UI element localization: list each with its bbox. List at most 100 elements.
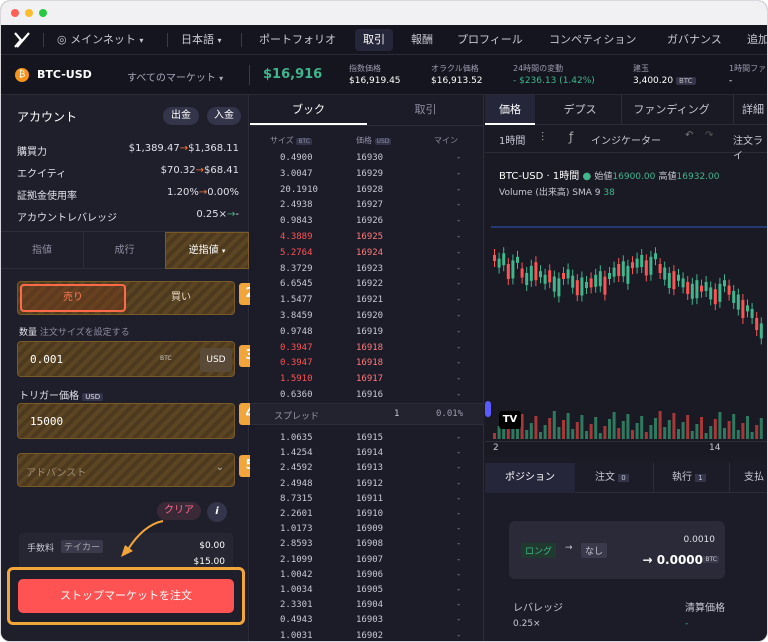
tab-trades[interactable]: 取引 bbox=[367, 95, 484, 125]
info-icon[interactable]: i bbox=[207, 502, 227, 522]
maximize-dot[interactable] bbox=[39, 9, 47, 17]
tab-executions-label: 執行 bbox=[672, 472, 692, 483]
account-title: アカウント bbox=[17, 110, 78, 124]
undo-icon[interactable]: ↶ bbox=[685, 130, 693, 141]
volume-bar bbox=[667, 420, 671, 439]
liquidation-label: 清算価格 bbox=[685, 603, 725, 614]
candle-body bbox=[759, 323, 763, 339]
nav-more[interactable]: 追加 bbox=[747, 25, 767, 55]
ask-row[interactable]: 2.4938 16927 - bbox=[250, 198, 484, 214]
sell-button[interactable]: 売り bbox=[20, 284, 126, 312]
bid-row[interactable]: 2.8593 16908 - bbox=[250, 537, 484, 553]
amount-input[interactable]: 0.001 BTC USD bbox=[17, 341, 235, 377]
nav-competition[interactable]: コンペティション bbox=[549, 25, 636, 55]
all-markets-select[interactable]: すべてのマーケット ▾ bbox=[127, 69, 223, 84]
bid-row[interactable]: 2.4592 16913 - bbox=[250, 461, 484, 477]
ask-row[interactable]: 0.9843 16926 - bbox=[250, 214, 484, 230]
nav-rewards[interactable]: 報酬 bbox=[411, 25, 433, 55]
ask-row[interactable]: 0.6360 16916 - bbox=[250, 388, 484, 404]
tab-orders[interactable]: 注文 0 bbox=[579, 463, 649, 493]
bid-row[interactable]: 1.0635 16915 - bbox=[250, 431, 484, 447]
redo-icon[interactable]: ↷ bbox=[705, 130, 713, 141]
tab-funding[interactable]: ファンディング bbox=[621, 95, 721, 125]
funding-label: 1時間ファ bbox=[729, 64, 767, 73]
nav-portfolio[interactable]: ポートフォリオ bbox=[259, 25, 336, 55]
ask-size: 1.5910 bbox=[280, 374, 313, 385]
language-select[interactable]: 日本語 ▾ bbox=[181, 25, 222, 55]
candle-body bbox=[617, 264, 621, 276]
bid-row[interactable]: 1.0173 16909 - bbox=[250, 522, 484, 538]
volume-bar bbox=[686, 415, 690, 439]
ask-row[interactable]: 8.3729 16923 - bbox=[250, 262, 484, 278]
bid-row[interactable]: 2.4948 16912 - bbox=[250, 477, 484, 493]
buy-button[interactable]: 買い bbox=[128, 284, 234, 312]
bid-row[interactable]: 2.1099 16907 - bbox=[250, 553, 484, 569]
tab-price[interactable]: 価格 bbox=[485, 95, 535, 125]
candle-body bbox=[516, 256, 519, 263]
chart-panel: 価格 デプス ファンディング 詳細 1時間 ⫶ ƒ インジケーター ↶ ↷ 注文… bbox=[485, 95, 768, 455]
volume-bar bbox=[718, 412, 722, 439]
bid-row[interactable]: 1.0031 16902 - bbox=[250, 629, 484, 641]
ask-row[interactable]: 20.1910 16928 - bbox=[250, 183, 484, 199]
ask-row[interactable]: 5.2764 16924 - bbox=[250, 246, 484, 262]
ask-row[interactable]: 0.9748 16919 - bbox=[250, 325, 484, 341]
bid-row[interactable]: 0.4943 16903 - bbox=[250, 613, 484, 629]
tab-book[interactable]: ブック bbox=[250, 95, 367, 125]
bid-row[interactable]: 2.2601 16910 - bbox=[250, 507, 484, 523]
tab-limit[interactable]: 指値 bbox=[1, 232, 83, 269]
trigger-price-input[interactable]: 15000 bbox=[17, 403, 235, 439]
tab-market[interactable]: 成行 bbox=[83, 232, 165, 269]
ask-row[interactable]: 1.5910 16917 - bbox=[250, 372, 484, 388]
tab-stop[interactable]: 逆指値 ▾ bbox=[165, 232, 249, 269]
candle-body bbox=[663, 267, 667, 280]
tab-executions[interactable]: 執行 1 bbox=[653, 463, 723, 493]
submit-order-button[interactable]: ストップマーケットを注文 bbox=[18, 579, 234, 613]
ask-row[interactable]: 4.3889 16925 - bbox=[250, 230, 484, 246]
candle-type-icon[interactable]: ⫶ bbox=[541, 130, 544, 145]
ask-row[interactable]: 1.5477 16921 - bbox=[250, 293, 484, 309]
chart-resize-handle[interactable] bbox=[485, 401, 491, 417]
bid-row[interactable]: 1.0042 16906 - bbox=[250, 568, 484, 584]
tradingview-logo: TV bbox=[499, 411, 521, 429]
nav-governance[interactable]: ガバナンス bbox=[667, 25, 722, 55]
trade-line-button[interactable]: 注文ライ bbox=[733, 132, 767, 162]
nav-profile[interactable]: プロフィール bbox=[457, 25, 523, 55]
bid-size: 2.3301 bbox=[280, 600, 313, 611]
volume-bar bbox=[594, 417, 598, 439]
advanced-dropdown[interactable]: アドバンスト ⌄ bbox=[17, 453, 235, 487]
candlestick-chart[interactable] bbox=[491, 205, 768, 443]
withdraw-button[interactable]: 出金 bbox=[163, 107, 199, 125]
volume-bar bbox=[598, 433, 602, 439]
close-dot[interactable] bbox=[11, 9, 19, 17]
buying-power-row: 購買力 $1,389.47→$1,368.11 bbox=[17, 143, 239, 158]
volume-bar bbox=[548, 418, 552, 439]
ask-row[interactable]: 3.8459 16920 - bbox=[250, 309, 484, 325]
ask-row[interactable]: 0.3947 16918 - bbox=[250, 341, 484, 357]
minimize-dot[interactable] bbox=[25, 9, 33, 17]
logo-icon[interactable] bbox=[13, 31, 31, 49]
bid-row[interactable]: 8.7315 16911 - bbox=[250, 492, 484, 508]
tab-payments[interactable]: 支払 bbox=[729, 463, 767, 493]
tab-positions[interactable]: ポジション bbox=[485, 463, 575, 493]
ask-row[interactable]: 3.0047 16929 - bbox=[250, 167, 484, 183]
ask-row[interactable]: 0.3947 16918 - bbox=[250, 356, 484, 372]
tab-details[interactable]: 詳細 bbox=[733, 95, 767, 125]
volume-bar bbox=[631, 430, 634, 439]
network-select[interactable]: ◎ メインネット ▾ bbox=[57, 25, 143, 55]
tab-depth[interactable]: デプス bbox=[545, 95, 615, 125]
bid-row[interactable]: 1.4254 16914 - bbox=[250, 446, 484, 462]
ask-row[interactable]: 6.6545 16922 - bbox=[250, 277, 484, 293]
deposit-button[interactable]: 入金 bbox=[207, 107, 241, 125]
bid-price: 16908 bbox=[356, 539, 384, 550]
fx-icon[interactable]: ƒ bbox=[569, 130, 573, 144]
bid-row[interactable]: 2.3301 16904 - bbox=[250, 598, 484, 614]
volume-bar bbox=[672, 413, 676, 439]
ask-mine: - bbox=[456, 342, 462, 353]
ask-row[interactable]: 0.4900 16930 - bbox=[250, 151, 484, 167]
ask-price: 16930 bbox=[356, 153, 384, 163]
unit-toggle-button[interactable]: USD bbox=[200, 348, 232, 372]
nav-trade[interactable]: 取引 bbox=[355, 29, 393, 51]
bid-row[interactable]: 1.0034 16905 - bbox=[250, 583, 484, 599]
interval-button[interactable]: 1時間 bbox=[499, 132, 525, 147]
indicator-button[interactable]: インジケーター bbox=[591, 132, 661, 147]
